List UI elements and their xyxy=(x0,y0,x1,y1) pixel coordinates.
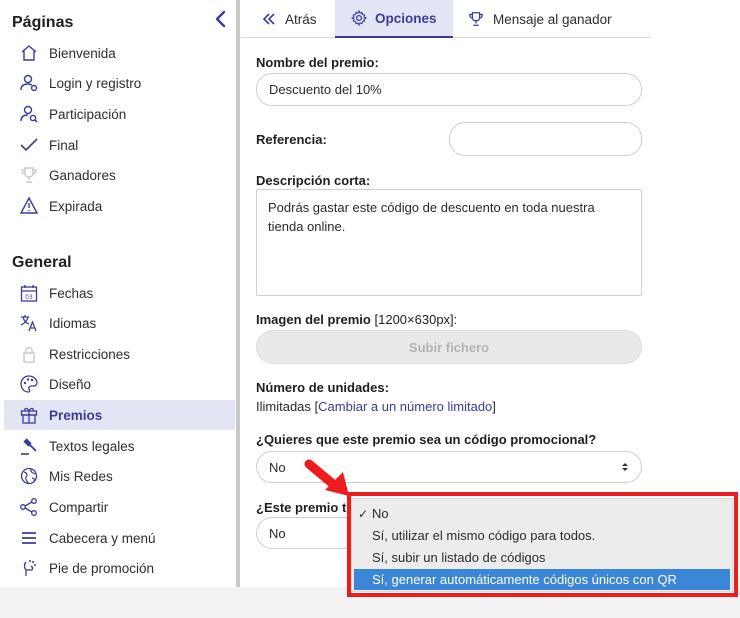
section-title-general: General xyxy=(12,254,72,271)
sidebar-item-textos-legales[interactable]: Textos legales xyxy=(4,431,235,461)
reference-label: Referencia: xyxy=(256,132,327,147)
gift-icon xyxy=(18,404,40,426)
sidebar-item-bienvenida[interactable]: Bienvenida xyxy=(4,38,235,68)
dropdown-option-label: Sí, generar automáticamente códigos únic… xyxy=(372,572,677,587)
upload-file-button[interactable]: Subir fichero xyxy=(256,330,642,364)
dropdown-option-upload-list[interactable]: Sí, subir un listado de códigos xyxy=(354,547,730,568)
share-icon xyxy=(18,496,40,518)
sidebar-item-cabecera[interactable]: Cabecera y menú xyxy=(4,523,235,553)
reference-input[interactable] xyxy=(449,122,642,156)
tab-options-label: Opciones xyxy=(375,10,437,26)
sidebar-item-label: Cabecera y menú xyxy=(49,530,156,546)
gavel-icon xyxy=(18,435,40,457)
user-login-icon xyxy=(18,72,40,94)
sidebar-item-final[interactable]: Final xyxy=(4,130,235,160)
units-value-text: Ilimitadas xyxy=(256,399,311,414)
sidebar-item-expirada[interactable]: Expirada xyxy=(4,191,235,221)
sidebar-item-label: Textos legales xyxy=(49,438,135,454)
section-title-paginas: Páginas xyxy=(12,14,74,31)
sidebar-item-label: Expirada xyxy=(49,198,103,214)
units-label: Número de unidades: xyxy=(256,380,389,395)
prize-image-label-text: Imagen del premio xyxy=(256,312,371,327)
dropdown-option-label: Sí, utilizar el mismo código para todos. xyxy=(372,528,596,543)
user-search-icon xyxy=(18,103,40,125)
dropdown-menu: ✓ No Sí, utilizar el mismo código para t… xyxy=(351,498,733,592)
sidebar-item-idiomas[interactable]: Idiomas xyxy=(4,308,235,338)
home-icon xyxy=(18,42,40,64)
prize-name-input[interactable]: Descuento del 10% xyxy=(256,73,642,106)
sidebar-item-label: Ganadores xyxy=(49,167,116,183)
dropdown-option-generate-qr[interactable]: Sí, generar automáticamente códigos únic… xyxy=(354,569,730,590)
check-icon xyxy=(18,134,40,156)
sidebar-item-label: Fechas xyxy=(49,285,94,301)
double-chevron-left-icon xyxy=(261,12,277,26)
promo-code-select-value: No xyxy=(269,459,286,475)
tab-back[interactable]: Atrás xyxy=(253,0,325,38)
sidebar-item-label: Mis Redes xyxy=(49,468,113,484)
svg-text:03: 03 xyxy=(25,294,33,301)
dropdown-option-label: No xyxy=(372,506,389,521)
dropdown-option-same-code[interactable]: Sí, utilizar el mismo código para todos. xyxy=(354,525,730,546)
collapse-sidebar-button[interactable] xyxy=(210,8,230,30)
tab-back-label: Atrás xyxy=(285,11,317,27)
sidebar-item-label: Final xyxy=(49,137,79,153)
sidebar-item-restricciones[interactable]: Restricciones xyxy=(4,339,235,369)
sidebar-item-label: Compartir xyxy=(49,499,109,515)
sidebar-item-diseno[interactable]: Diseño xyxy=(4,369,235,399)
sidebar-scrollbar[interactable] xyxy=(236,0,240,587)
warning-icon xyxy=(18,195,40,217)
change-units-link[interactable]: Cambiar a un número limitado xyxy=(318,399,492,414)
palette-icon xyxy=(18,373,40,395)
promo-code-question: ¿Quieres que este premio sea un código p… xyxy=(256,432,597,447)
sidebar-item-label: Idiomas xyxy=(49,315,97,331)
trophy-icon xyxy=(467,10,485,28)
units-value: Ilimitadas [Cambiar a un número limitado… xyxy=(256,399,496,414)
sidebar-item-label: Diseño xyxy=(49,376,92,392)
select-arrows-icon xyxy=(621,461,629,473)
sidebar-item-label: Login y registro xyxy=(49,75,142,91)
sidebar-item-label: Restricciones xyxy=(49,346,131,362)
globe-icon xyxy=(18,465,40,487)
trophy-icon xyxy=(18,164,40,186)
calendar-icon: 03 xyxy=(18,282,40,304)
prize-image-label: Imagen del premio [1200×630px]: xyxy=(256,312,457,327)
checkmark-icon: ✓ xyxy=(357,506,369,521)
sidebar-item-label: Bienvenida xyxy=(49,45,116,61)
chevron-left-icon xyxy=(215,10,226,28)
sidebar-item-participacion[interactable]: Participación xyxy=(4,99,235,129)
tab-winner-message[interactable]: Mensaje al ganador xyxy=(467,0,612,38)
sidebar-item-label: Premios xyxy=(49,407,103,423)
sidebar-item-premios[interactable]: Premios xyxy=(4,400,235,430)
sidebar-item-fechas[interactable]: 03 Fechas xyxy=(4,278,235,308)
translate-icon xyxy=(18,312,40,334)
tab-winner-message-label: Mensaje al ganador xyxy=(493,11,612,27)
sidebar-item-login[interactable]: Login y registro xyxy=(4,68,235,98)
sidebar-item-label: Participación xyxy=(49,106,127,122)
sidebar: Páginas Bienvenida Login y registro Part… xyxy=(0,0,236,587)
dropdown-option-no[interactable]: ✓ No xyxy=(354,503,730,524)
sidebar-item-compartir[interactable]: Compartir xyxy=(4,492,235,522)
sidebar-item-ganadores[interactable]: Ganadores xyxy=(4,160,235,190)
tab-bar: Atrás Opciones Mensaje al ganador xyxy=(241,0,651,38)
short-description-label: Descripción corta: xyxy=(256,173,371,188)
footer-icon xyxy=(18,557,40,579)
prize-name-label: Nombre del premio: xyxy=(256,55,379,70)
prize-image-size: [1200×630px]: xyxy=(374,312,458,327)
sidebar-item-mis-redes[interactable]: Mis Redes xyxy=(4,461,235,491)
second-select-value: No xyxy=(269,525,286,541)
tab-options[interactable]: Opciones xyxy=(335,0,453,38)
menu-icon xyxy=(18,527,40,549)
sidebar-item-pie[interactable]: Pie de promoción xyxy=(4,553,235,583)
gear-icon xyxy=(351,10,367,26)
sidebar-item-label: Pie de promoción xyxy=(49,560,155,576)
lock-icon xyxy=(18,343,40,365)
second-question-label: ¿Este premio ti xyxy=(256,500,350,515)
dropdown-option-label: Sí, subir un listado de códigos xyxy=(372,550,546,565)
short-description-textarea[interactable]: Podrás gastar este código de descuento e… xyxy=(256,189,642,296)
